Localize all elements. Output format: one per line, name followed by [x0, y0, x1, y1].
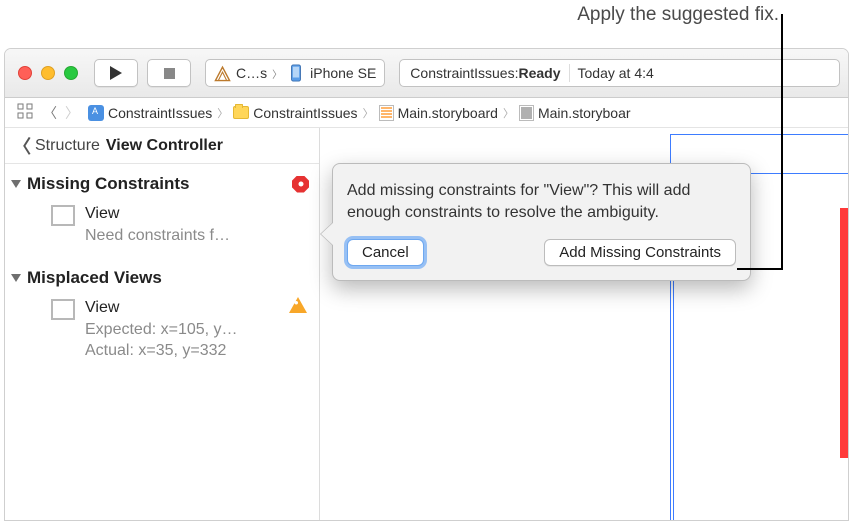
minimize-window-button[interactable] — [41, 66, 55, 80]
breadcrumb-label: Main.storyboard — [398, 105, 498, 121]
xcode-window: C…s 〉 iPhone SE ConstraintIssues: Ready … — [4, 48, 849, 521]
related-items-button[interactable] — [17, 103, 33, 122]
nav-back-button[interactable]: 〈 — [39, 102, 61, 124]
device-name: iPhone SE — [310, 65, 376, 81]
popover-message: Add missing constraints for "View"? This… — [347, 180, 736, 225]
status-project: ConstraintIssues: — [410, 65, 518, 81]
section-header[interactable]: Misplaced Views — [5, 262, 319, 294]
zoom-window-button[interactable] — [64, 66, 78, 80]
breadcrumb-item-project[interactable]: ConstraintIssues — [83, 105, 217, 121]
issue-item-subtitle: Expected: x=105, y… — [85, 319, 279, 341]
disclosure-triangle-icon[interactable] — [11, 274, 21, 282]
chevron-left-icon: 〈 — [13, 133, 31, 159]
breadcrumb-item-storyboard-base[interactable]: Main.storyboar — [514, 105, 636, 121]
issue-item-subtitle2: Actual: x=35, y=332 — [85, 340, 279, 362]
scheme-name: C…s — [236, 65, 267, 81]
chevron-right-icon: 〉 — [363, 105, 374, 121]
error-badge-icon[interactable] — [292, 176, 309, 193]
chevron-right-icon: 〉 — [503, 105, 514, 121]
device-icon — [287, 64, 305, 82]
breadcrumb-item-storyboard[interactable]: Main.storyboard — [374, 105, 503, 121]
chevron-right-icon: 〉 — [272, 66, 282, 81]
view-icon — [51, 205, 75, 226]
storyboard-base-icon — [519, 105, 534, 121]
status-time: Today at 4:4 — [578, 65, 654, 81]
disclosure-triangle-icon[interactable] — [11, 180, 21, 188]
cancel-button[interactable]: Cancel — [347, 239, 424, 266]
play-icon — [110, 66, 122, 80]
issue-item[interactable]: View Need constraints f… — [5, 200, 319, 254]
activity-viewer[interactable]: ConstraintIssues: Ready Today at 4:4 — [399, 59, 840, 87]
annotation-connector-h — [737, 268, 783, 270]
app-icon — [214, 65, 231, 82]
section-title: Missing Constraints — [27, 174, 292, 194]
outline-back-label: Structure — [35, 137, 100, 155]
warning-badge-icon[interactable] — [289, 297, 307, 313]
issue-item-subtitle: Need constraints f… — [85, 225, 279, 247]
project-icon — [88, 105, 104, 121]
status-state: Ready — [518, 65, 560, 81]
annotation-connector — [781, 14, 783, 270]
breadcrumb-label: Main.storyboar — [538, 105, 631, 121]
issue-item-title: View — [85, 203, 279, 225]
view-icon — [51, 299, 75, 320]
add-missing-constraints-button[interactable]: Add Missing Constraints — [544, 239, 736, 266]
breadcrumb-item-folder[interactable]: ConstraintIssues — [228, 105, 362, 121]
issue-item[interactable]: View Expected: x=105, y… Actual: x=35, y… — [5, 294, 319, 370]
section-missing-constraints: Missing Constraints View Need constraint… — [5, 164, 319, 258]
close-window-button[interactable] — [18, 66, 32, 80]
run-button[interactable] — [94, 59, 138, 87]
outline-title: View Controller — [106, 137, 223, 155]
window-controls — [18, 66, 78, 80]
misplaced-indicator — [840, 208, 849, 458]
outline-header[interactable]: 〈 Structure View Controller — [5, 128, 319, 164]
annotation-label: Apply the suggested fix. — [577, 4, 779, 26]
outline-back-button[interactable]: 〈 Structure — [13, 133, 100, 159]
jump-bar: 〈 〉 ConstraintIssues 〉 ConstraintIssues … — [5, 98, 848, 128]
window-toolbar: C…s 〉 iPhone SE ConstraintIssues: Ready … — [5, 49, 848, 98]
fix-popover: Add missing constraints for "View"? This… — [332, 163, 751, 281]
breadcrumb-label: ConstraintIssues — [253, 105, 357, 121]
stop-icon — [164, 68, 175, 79]
section-title: Misplaced Views — [27, 268, 309, 288]
stop-button[interactable] — [147, 59, 191, 87]
document-outline: 〈 Structure View Controller Missing Cons… — [5, 128, 320, 520]
section-header[interactable]: Missing Constraints — [5, 168, 319, 200]
section-misplaced-views: Misplaced Views View Expected: x=105, y…… — [5, 258, 319, 374]
issue-item-title: View — [85, 297, 279, 319]
scheme-selector[interactable]: C…s 〉 iPhone SE — [205, 59, 385, 87]
folder-icon — [233, 106, 249, 119]
status-separator — [569, 64, 570, 82]
nav-forward-button[interactable]: 〉 — [61, 102, 83, 124]
storyboard-icon — [379, 105, 394, 121]
chevron-right-icon: 〉 — [217, 105, 228, 121]
breadcrumb-label: ConstraintIssues — [108, 105, 212, 121]
